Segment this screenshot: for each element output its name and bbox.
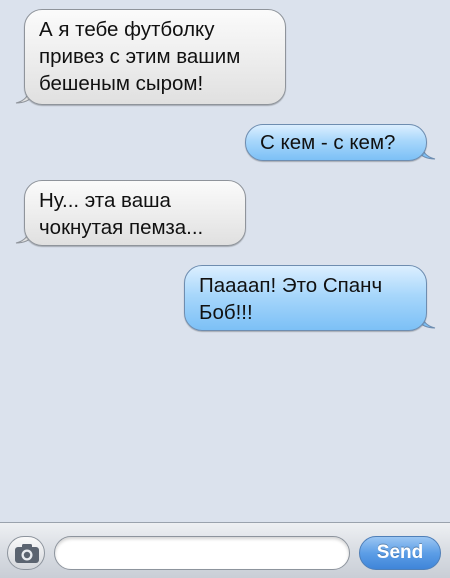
message-bubble: Паааап! Это Спанч Боб!!!: [184, 265, 427, 331]
composer-bar: Send: [0, 522, 450, 578]
message-input[interactable]: [54, 536, 350, 570]
send-button[interactable]: Send: [359, 536, 441, 570]
message-line: Боб!!!: [199, 301, 253, 324]
camera-icon: [15, 544, 39, 563]
camera-button[interactable]: [7, 536, 45, 570]
message-thread: А я тебе футболку привез с этим вашим бе…: [0, 0, 450, 522]
message-outgoing: Паааап! Это Спанч Боб!!!: [0, 0, 450, 340]
message-line: Паааап! Это Спанч: [199, 274, 383, 297]
